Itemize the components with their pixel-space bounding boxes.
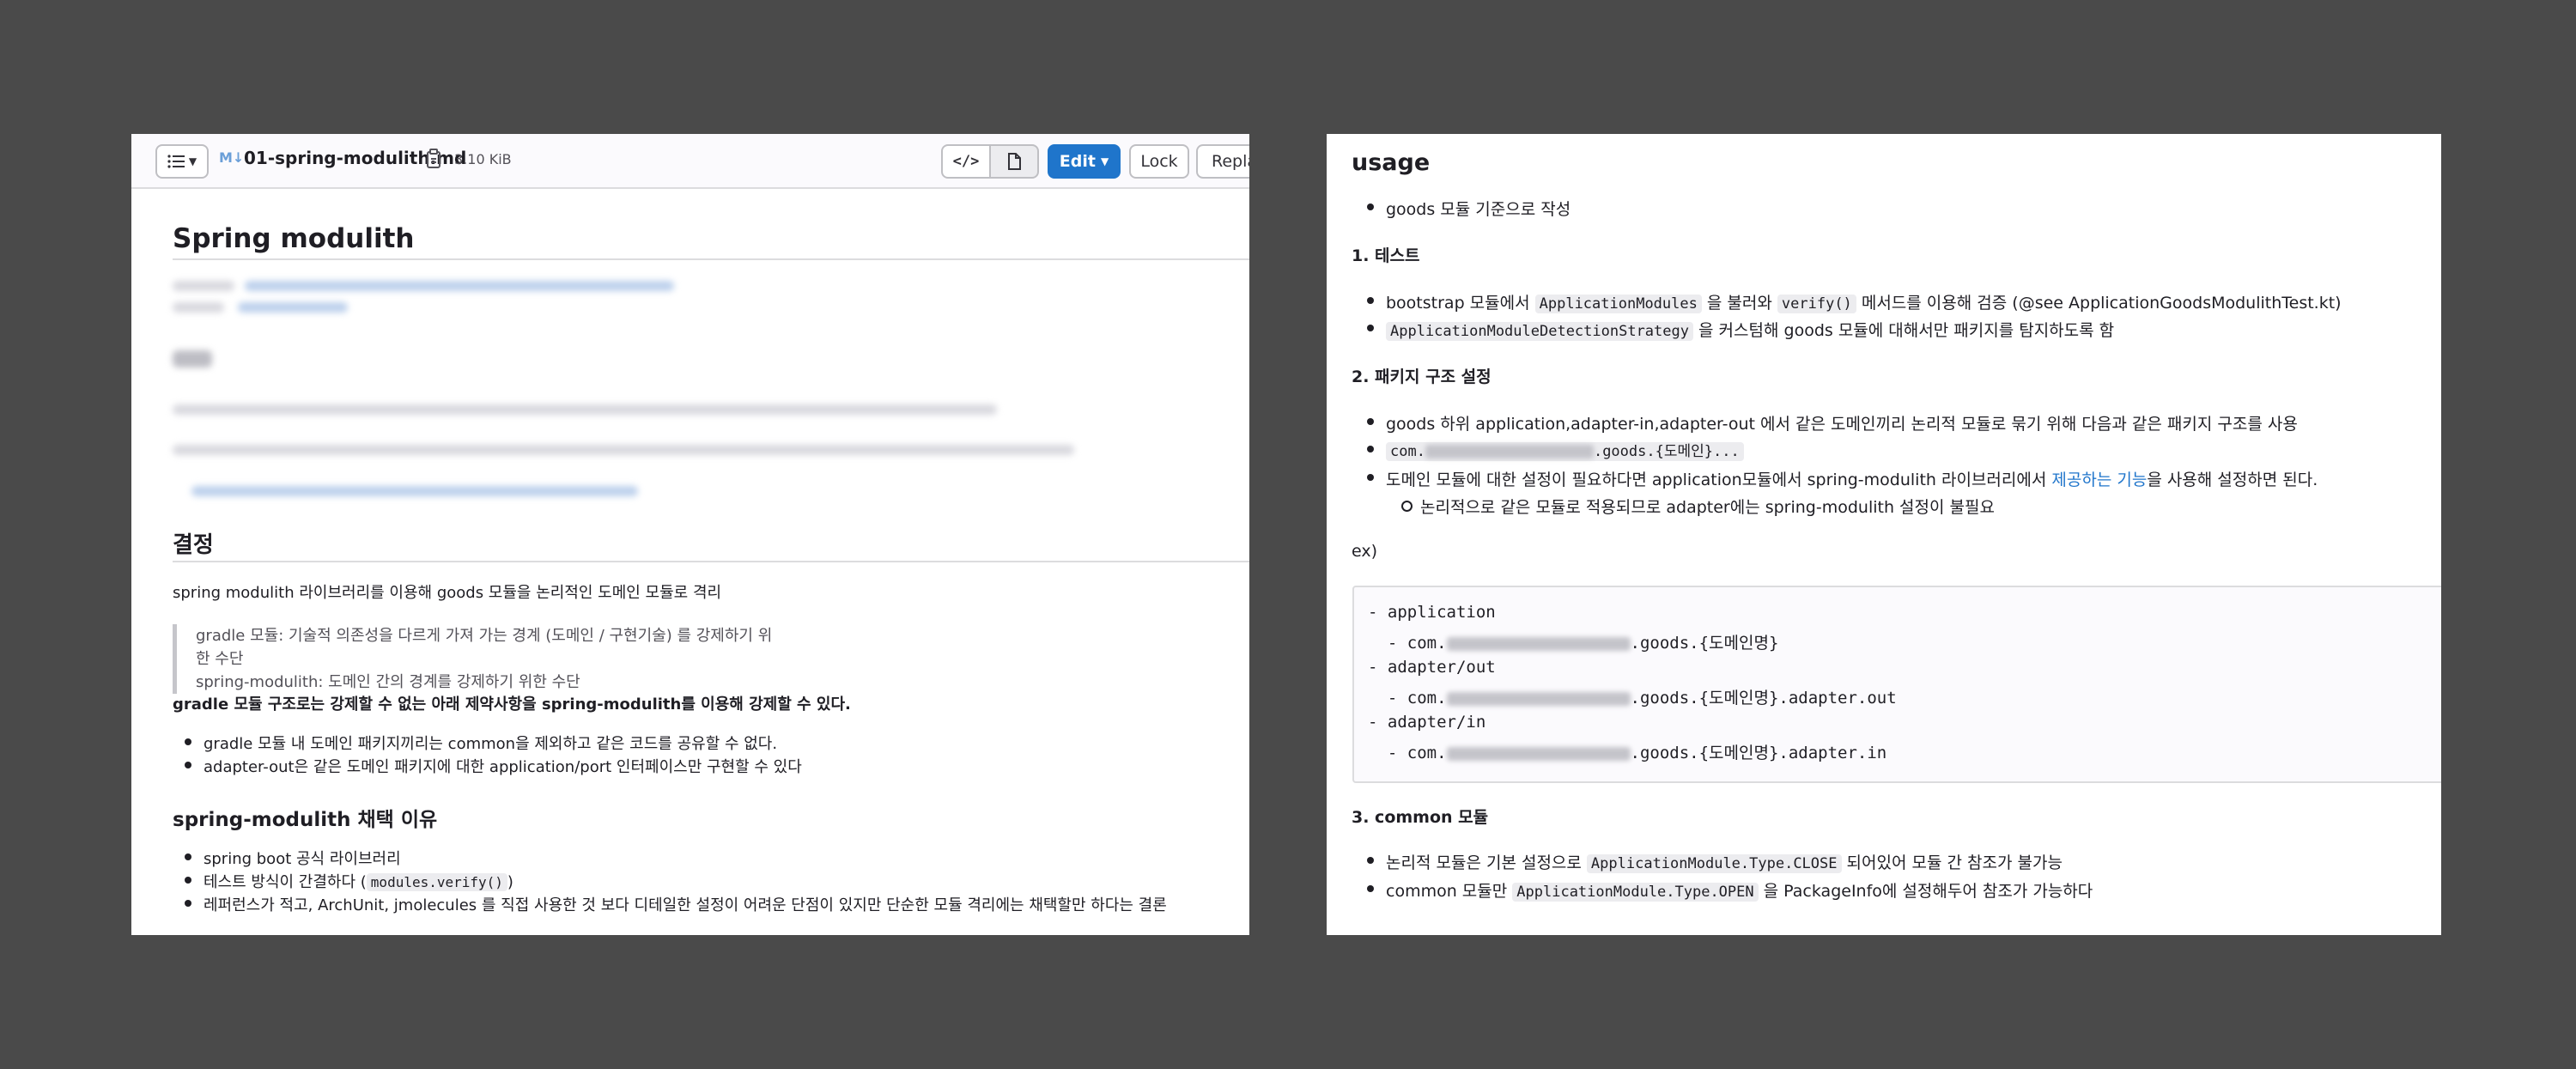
outline-toggle-button[interactable]: ▼ [155, 144, 209, 179]
redacted-text [173, 281, 234, 291]
inline-code: modules.verify() [366, 873, 507, 891]
list-item-text: 을 사용해 설정하면 된다. [2147, 471, 2318, 489]
file-size: 3.10 KiB [454, 151, 512, 167]
inline-code: ApplicationModule.Type.OPEN [1512, 883, 1759, 902]
redacted-paragraph [173, 445, 1074, 455]
redacted-package [1446, 636, 1631, 651]
code-text: - com. [1368, 744, 1447, 762]
code-line: - com. .goods.{도메인명} [1368, 630, 1779, 653]
copy-path-icon[interactable] [422, 148, 445, 172]
list-item: com. .goods.{도메인}... [1367, 439, 1744, 461]
code-line: - adapter/in [1368, 713, 1486, 732]
replace-button[interactable]: Replac [1196, 144, 1249, 179]
reason-heading: spring-modulith 채택 이유 [173, 809, 438, 831]
list-item-text: 되어있어 모듈 간 참조가 불가능 [1841, 853, 2063, 872]
code-block: - application - com. .goods.{도메인명} - adap… [1352, 586, 2441, 783]
redacted-list-item [191, 486, 638, 496]
list-item-text: 메서드를 이용해 검증 (@see ApplicationGoodsModuli… [1856, 294, 2342, 313]
constraint-text: gradle 모듈 구조로는 강제할 수 없는 아래 제약사항을 spring-… [173, 695, 851, 714]
sub-list-item: 논리적으로 같은 모듈로 적용되므로 adapter에는 spring-modu… [1401, 495, 1995, 518]
quote-line: gradle 모듈: 기술적 의존성을 다르게 가져 가는 경계 (도메인 / … [196, 627, 773, 668]
feature-link[interactable]: 제공하는 기능 [2051, 471, 2147, 489]
redacted-package [1446, 691, 1631, 706]
code-text: - com. [1368, 689, 1447, 708]
redacted-text [173, 302, 224, 313]
section-divider [173, 561, 1249, 562]
list-item: ApplicationModuleDetectionStrategy 을 커스텀… [1366, 318, 2115, 341]
file-icon [1008, 153, 1021, 170]
code-text: .goods.{도메인명}.adapter.in [1630, 744, 1887, 762]
example-label: ex) [1352, 542, 1378, 561]
code-line: - adapter/out [1368, 658, 1496, 677]
list-item: goods 하위 application,adapter-in,adapter-… [1367, 411, 2298, 434]
redacted-paragraph [173, 404, 997, 415]
inline-code: ApplicationModuleDetectionStrategy [1386, 322, 1693, 341]
edit-label: Edit [1059, 152, 1096, 171]
code-line: - com. .goods.{도메인명}.adapter.in [1368, 740, 1886, 763]
package-heading: 2. 패키지 구조 설정 [1352, 367, 1492, 386]
redacted-link[interactable] [238, 302, 348, 313]
list-item-text: 을 불러와 [1701, 294, 1777, 313]
list-item: goods 모듈 기준으로 작성 [1366, 197, 1571, 220]
list-item-text: 논리적 모듈은 기본 설정으로 [1386, 853, 1587, 872]
file-toolbar: ▼ M↓ 01-spring-modulith.md 3.10 KiB </> … [131, 134, 1249, 189]
edit-dropdown-button[interactable]: Edit ▼ [1048, 144, 1121, 179]
markdown-preview-panel: usage goods 모듈 기준으로 작성 1. 테스트 bootstrap … [1327, 134, 2441, 935]
code-text: .goods.{도메인명}.adapter.out [1630, 689, 1897, 708]
inline-code: ApplicationModule.Type.CLOSE [1586, 854, 1842, 873]
redacted-package [1425, 445, 1594, 459]
list-item: 테스트 방식이 간결하다 (modules.verify()) [185, 870, 513, 892]
code-text: - com. [1368, 634, 1447, 653]
usage-heading: usage [1352, 149, 1431, 176]
chevron-down-icon: ▼ [188, 155, 197, 167]
list-item: 도메인 모듈에 대한 설정이 필요하다면 application모듈에서 spr… [1366, 467, 2318, 490]
markdown-viewer-panel: ▼ M↓ 01-spring-modulith.md 3.10 KiB </> … [131, 134, 1249, 935]
code-text: .goods.{도메인}... [1593, 443, 1740, 460]
list-item-text: common 모듈만 [1386, 882, 1513, 901]
list-item: adapter-out은 같은 도메인 패키지에 대한 application/… [185, 755, 802, 777]
chevron-down-icon: ▼ [1100, 155, 1109, 167]
display-source-button[interactable]: </> [941, 144, 991, 179]
redacted-link[interactable] [245, 281, 674, 291]
decision-heading: 결정 [173, 532, 214, 558]
code-line: - com. .goods.{도메인명}.adapter.out [1368, 685, 1897, 708]
list-item-text: ) [507, 873, 513, 891]
redacted-package [1446, 746, 1631, 761]
code-line: - application [1368, 603, 1496, 622]
page-title: Spring modulith [173, 223, 415, 254]
list-item-text: 테스트 방식이 간결하다 ( [204, 873, 367, 891]
quote-line: spring-modulith: 도메인 간의 경계를 강제하기 위한 수단 [196, 673, 580, 691]
inline-code: com. .goods.{도메인}... [1386, 442, 1744, 461]
list-item: 레퍼런스가 적고, ArchUnit, jmolecules 를 직접 사용한 … [185, 893, 1167, 915]
inline-code: ApplicationModules [1534, 295, 1702, 313]
redacted-heading [173, 350, 212, 367]
list-item-text: bootstrap 모듈에서 [1386, 294, 1535, 313]
decision-blockquote: gradle 모듈: 기술적 의존성을 다르게 가져 가는 경계 (도메인 / … [173, 624, 774, 694]
list-item-text: 을 PackageInfo에 설정해두어 참조가 가능하다 [1758, 882, 2093, 901]
list-item: spring boot 공식 라이브러리 [185, 847, 401, 869]
list-item: gradle 모듈 내 도메인 패키지끼리는 common을 제외하고 같은 코… [184, 732, 777, 754]
title-divider [173, 258, 1249, 260]
decision-text: spring modulith 라이브러리를 이용해 goods 모듈을 논리적… [173, 584, 722, 602]
display-rendered-button[interactable] [989, 144, 1039, 179]
markdown-file-icon: M↓ [219, 149, 245, 166]
list-item: bootstrap 모듈에서 ApplicationModules 을 불러와 … [1367, 290, 2342, 313]
list-icon [167, 155, 185, 168]
common-heading: 3. common 모듈 [1352, 808, 1489, 827]
code-text: .goods.{도메인명} [1630, 634, 1779, 653]
code-text: com. [1390, 443, 1425, 460]
inline-code: verify() [1777, 295, 1856, 313]
list-item: common 모듈만 ApplicationModule.Type.OPEN 을… [1366, 878, 2093, 902]
list-item-text: 을 커스텀해 goods 모듈에 대해서만 패키지를 탐지하도록 함 [1693, 321, 2115, 340]
test-heading: 1. 테스트 [1352, 246, 1420, 265]
list-item: 논리적 모듈은 기본 설정으로 ApplicationModule.Type.C… [1367, 850, 2063, 873]
code-icon: </> [952, 153, 980, 170]
list-item-text: 도메인 모듈에 대한 설정이 필요하다면 application모듈에서 spr… [1386, 471, 2052, 489]
lock-button[interactable]: Lock [1129, 144, 1189, 179]
